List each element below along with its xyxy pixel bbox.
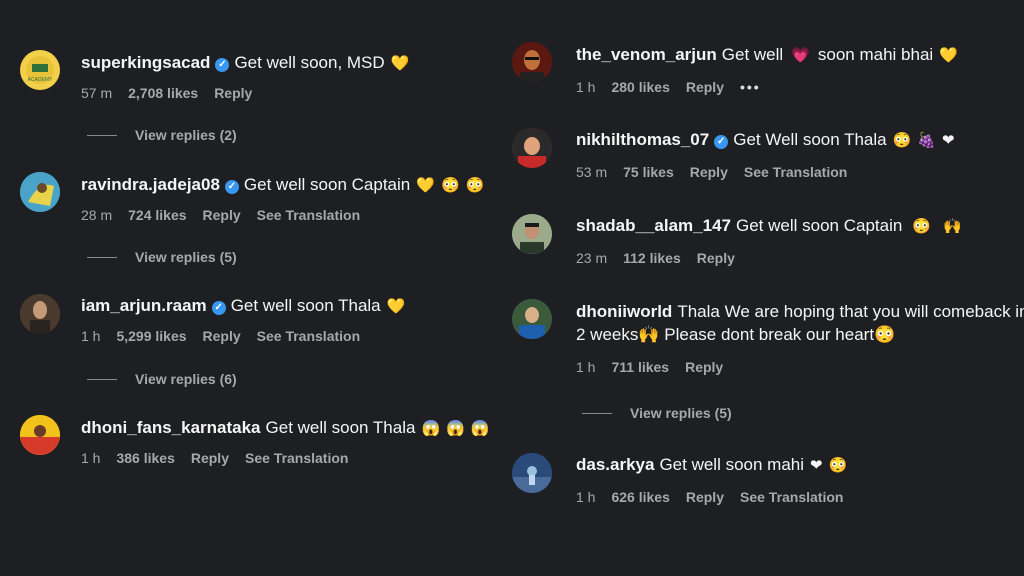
view-replies-label: View replies (2) [135, 127, 237, 143]
emoji: ❤ [810, 457, 823, 474]
see-translation-button[interactable]: See Translation [740, 489, 843, 505]
comment-username[interactable]: superkingsacad [81, 53, 210, 72]
divider [87, 135, 117, 136]
view-replies-button[interactable]: View replies (5) [582, 404, 732, 422]
comment-username[interactable]: dhoni_fans_karnataka [81, 418, 261, 437]
reply-button[interactable]: Reply [686, 489, 724, 505]
divider [87, 257, 117, 258]
comment-username[interactable]: das.arkya [576, 455, 654, 474]
comment-time: 1 h [576, 489, 596, 505]
comment-username[interactable]: shadab__alam_147 [576, 216, 731, 235]
comment-text: Get well soon Thala [230, 296, 381, 315]
verified-badge-icon: ✓ [714, 135, 729, 149]
comment-time: 1 h [576, 359, 596, 375]
comment-text-continued: 2 weeks🙌 Please dont break our heart😳 [576, 325, 896, 344]
emoji: 💛 [416, 177, 435, 194]
comment-username[interactable]: ravindra.jadeja08 [81, 175, 220, 194]
comment-text: Get well soon Captain [243, 175, 411, 194]
comment-text: Get well [721, 45, 784, 64]
view-replies-label: View replies (5) [630, 405, 732, 421]
reply-button[interactable]: Reply [191, 450, 229, 466]
likes-count[interactable]: 75 likes [623, 164, 674, 180]
comment-text: Get well soon Thala [265, 418, 416, 437]
likes-count[interactable]: 724 likes [128, 207, 186, 223]
avatar[interactable]: ACADEMY [20, 50, 60, 90]
comment-text: Get well soon mahi [659, 455, 805, 474]
emoji: 😳 [828, 457, 848, 474]
view-replies-button[interactable]: View replies (5) [87, 248, 237, 266]
emoji: 😱 [470, 420, 490, 437]
emoji: 💛 [386, 298, 406, 315]
comment-username[interactable]: iam_arjun.raam [81, 296, 207, 315]
comment-time: 1 h [81, 450, 101, 466]
avatar[interactable] [20, 415, 60, 455]
comment-time: 1 h [81, 328, 101, 344]
emoji: 😳 [440, 177, 460, 194]
likes-count[interactable]: 711 likes [611, 359, 669, 375]
emoji: 😱 [446, 420, 465, 437]
comment-username[interactable]: the_venom_arjun [576, 45, 717, 64]
reply-button[interactable]: Reply [697, 250, 735, 266]
divider [582, 413, 612, 414]
emoji: 😳 [892, 132, 912, 149]
reply-button[interactable]: Reply [203, 328, 241, 344]
comment-username[interactable]: dhoniiworld [576, 302, 672, 321]
emoji: 😱 [421, 420, 441, 437]
likes-count[interactable]: 386 likes [116, 450, 174, 466]
emoji: 🙌 [943, 218, 962, 235]
svg-text:ACADEMY: ACADEMY [28, 77, 53, 83]
emoji: 💗 [791, 47, 810, 64]
emoji: ❤ [942, 132, 955, 149]
see-translation-button[interactable]: See Translation [744, 164, 847, 180]
comment-time: 28 m [81, 207, 113, 223]
view-replies-button[interactable]: View replies (2) [87, 126, 237, 144]
verified-badge-icon: ✓ [211, 301, 226, 315]
avatar[interactable] [512, 299, 552, 339]
comment-text: Get well soon, MSD [234, 53, 385, 72]
comment-time: 23 m [576, 250, 608, 266]
more-options-icon[interactable]: ••• [740, 79, 761, 95]
emoji: 😳 [912, 218, 932, 235]
avatar[interactable] [20, 172, 60, 212]
avatar[interactable] [512, 42, 552, 82]
reply-button[interactable]: Reply [203, 207, 241, 223]
view-replies-label: View replies (5) [135, 249, 237, 265]
see-translation-button[interactable]: See Translation [245, 450, 348, 466]
reply-button[interactable]: Reply [214, 85, 252, 101]
emoji: 💛 [390, 55, 410, 72]
likes-count[interactable]: 626 likes [611, 489, 669, 505]
comment-text: Get Well soon Thala [733, 130, 887, 149]
comment-text: soon mahi bhai [817, 45, 934, 64]
comment-time: 53 m [576, 164, 608, 180]
comment-text: Thala We are hoping that you will comeba… [677, 302, 1024, 321]
comment-time: 1 h [576, 79, 596, 95]
emoji: 😳 [465, 177, 485, 194]
comment-text: Get well soon Captain [736, 216, 903, 235]
verified-badge-icon: ✓ [224, 180, 239, 194]
likes-count[interactable]: 5,299 likes [116, 328, 186, 344]
avatar[interactable] [512, 128, 552, 168]
reply-button[interactable]: Reply [690, 164, 728, 180]
comment-time: 57 m [81, 85, 113, 101]
emoji: 🍇 [917, 132, 936, 149]
divider [87, 379, 117, 380]
likes-count[interactable]: 280 likes [611, 79, 669, 95]
comment-username[interactable]: nikhilthomas_07 [576, 130, 709, 149]
view-replies-button[interactable]: View replies (6) [87, 370, 237, 388]
see-translation-button[interactable]: See Translation [257, 207, 360, 223]
verified-badge-icon: ✓ [215, 58, 230, 72]
avatar[interactable] [512, 214, 552, 254]
likes-count[interactable]: 112 likes [623, 250, 681, 266]
see-translation-button[interactable]: See Translation [257, 328, 360, 344]
avatar[interactable] [512, 453, 552, 493]
reply-button[interactable]: Reply [685, 359, 723, 375]
reply-button[interactable]: Reply [686, 79, 724, 95]
emoji: 💛 [939, 47, 958, 64]
likes-count[interactable]: 2,708 likes [128, 85, 198, 101]
avatar[interactable] [20, 294, 60, 334]
view-replies-label: View replies (6) [135, 371, 237, 387]
